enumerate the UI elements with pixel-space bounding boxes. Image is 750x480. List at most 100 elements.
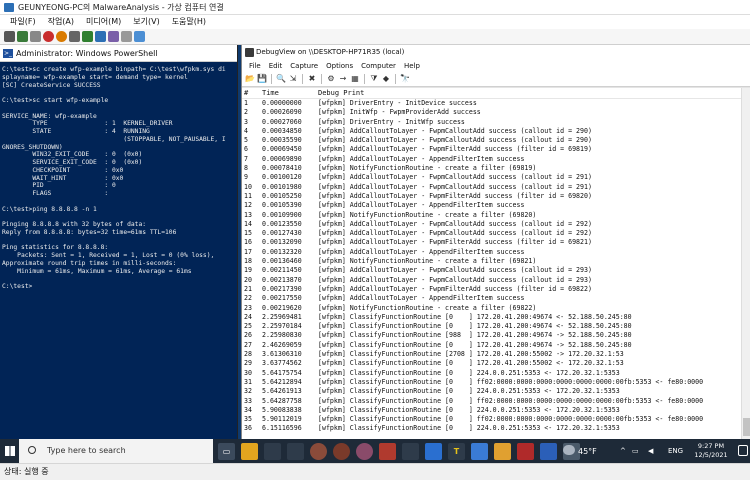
log-row[interactable]: 7 0.00069890 [wfpkm] AddCalloutToLayer - A…	[242, 155, 750, 164]
start-vm-icon[interactable]	[17, 31, 28, 42]
log-row[interactable]: 22 0.00217550 [wfpkm] AddCalloutToLayer - …	[242, 294, 750, 303]
log-row[interactable]: 13 0.00109900 [wfpkm] NotifyFunctionRoutin…	[242, 211, 750, 220]
log-row[interactable]: 29 3.63774562 [wfpkm] ClassifyFunctionRout…	[242, 359, 750, 368]
log-row[interactable]: 32 5.64261913 [wfpkm] ClassifyFunctionRout…	[242, 387, 750, 396]
app-icon-a[interactable]	[264, 442, 281, 460]
debugview-vertical-scrollbar[interactable]	[741, 88, 750, 439]
app-icon-b[interactable]	[287, 442, 304, 460]
app-icon-g[interactable]	[402, 442, 419, 460]
pause-icon[interactable]	[69, 31, 80, 42]
log-row[interactable]: 21 0.00217390 [wfpkm] AddCalloutToLayer - …	[242, 285, 750, 294]
log-row[interactable]: 17 0.00132320 [wfpkm] AddCalloutToLayer - …	[242, 248, 750, 257]
log-row[interactable]: 28 3.61306310 [wfpkm] ClassifyFunctionRout…	[242, 350, 750, 359]
log-row[interactable]: 10 0.00101980 [wfpkm] AddCalloutToLayer - …	[242, 183, 750, 192]
app-icon-d[interactable]	[333, 442, 350, 460]
log-row[interactable]: 33 5.64287758 [wfpkm] ClassifyFunctionRout…	[242, 397, 750, 406]
find-icon[interactable]: 🔭	[400, 74, 410, 84]
log-row[interactable]: 26 2.25980830 [wfpkm] ClassifyFunctionRout…	[242, 331, 750, 340]
weather-temperature[interactable]: 45°F	[578, 447, 597, 456]
log-row[interactable]: 24 2.25969481 [wfpkm] ClassifyFunctionRout…	[242, 313, 750, 322]
resume-icon[interactable]	[82, 31, 93, 42]
checkpoint-icon[interactable]	[108, 31, 119, 42]
capture-icon[interactable]: 🔍	[276, 74, 286, 84]
dv-menu-capture[interactable]: Capture	[286, 60, 322, 72]
start-button[interactable]	[0, 439, 19, 463]
capture-kernel-icon[interactable]: ⚙	[326, 74, 336, 84]
save-state-icon[interactable]	[56, 31, 67, 42]
log-row[interactable]: 2 0.00026090 [wfpkm] InitWfp - FwpmProvide…	[242, 108, 750, 117]
input-language[interactable]: ENG	[668, 447, 683, 455]
log-row[interactable]: 9 0.00100120 [wfpkm] AddCalloutToLayer - F…	[242, 173, 750, 182]
log-row[interactable]: 11 0.00105250 [wfpkm] AddCalloutToLayer - …	[242, 192, 750, 201]
scrollbar-thumb[interactable]	[743, 418, 750, 436]
vscode-icon[interactable]	[425, 442, 442, 460]
dv-menu-edit[interactable]: Edit	[265, 60, 287, 72]
log-row[interactable]: 25 2.25970184 [wfpkm] ClassifyFunctionRout…	[242, 322, 750, 331]
taskbar-clock[interactable]: 9:27 PM 12/5/2021	[690, 442, 732, 460]
host-menu-file[interactable]: 파일(F)	[4, 15, 42, 29]
revert-icon[interactable]	[121, 31, 132, 42]
log-row[interactable]: 36 6.15116596 [wfpkm] ClassifyFunctionRout…	[242, 424, 750, 433]
dv-menu-computer[interactable]: Computer	[357, 60, 400, 72]
open-icon[interactable]: 📂	[245, 74, 255, 84]
log-row[interactable]: 12 0.00105390 [wfpkm] AddCalloutToLayer - …	[242, 201, 750, 210]
filter-icon[interactable]: ⧩	[369, 74, 379, 84]
log-row[interactable]: 23 0.00219620 [wfpkm] NotifyFunctionRoutin…	[242, 304, 750, 313]
shutdown-icon[interactable]	[43, 31, 54, 42]
app-icon-e[interactable]	[356, 442, 373, 460]
column-header-number[interactable]: #	[242, 88, 262, 98]
host-menu-action[interactable]: 작업(A)	[42, 15, 80, 29]
app-icon-i[interactable]	[494, 442, 511, 460]
log-row[interactable]: 1 0.00000000 [wfpkm] DriverEntry - InitDev…	[242, 99, 750, 108]
highlight-icon[interactable]: ◆	[381, 74, 391, 84]
task-view-icon[interactable]: ▭	[218, 442, 235, 460]
enhanced-session-icon[interactable]	[134, 31, 145, 42]
log-row[interactable]: 3 0.00027060 [wfpkm] DriverEntry - InitWfp…	[242, 118, 750, 127]
app-icon-f[interactable]	[379, 442, 396, 460]
debugview-log-grid[interactable]: # Time Debug Print 1 0.00000000 [wfpkm] Dr…	[242, 87, 750, 439]
log-row[interactable]: 15 0.00127430 [wfpkm] AddCalloutToLayer - …	[242, 229, 750, 238]
tray-chevron-icon[interactable]: ^	[620, 447, 626, 455]
log-row[interactable]: 14 0.00123550 [wfpkm] AddCalloutToLayer - …	[242, 220, 750, 229]
ctrl-alt-del-icon[interactable]	[4, 31, 15, 42]
taskbar-search-box[interactable]: Type here to search	[19, 439, 213, 463]
log-row[interactable]: 19 0.00211450 [wfpkm] AddCalloutToLayer - …	[242, 266, 750, 275]
log-row[interactable]: 5 0.00035590 [wfpkm] AddCalloutToLayer - F…	[242, 136, 750, 145]
reset-icon[interactable]	[95, 31, 106, 42]
log-row[interactable]: 35 5.90112019 [wfpkm] ClassifyFunctionRout…	[242, 415, 750, 424]
save-icon[interactable]: 💾	[257, 74, 267, 84]
host-menu-help[interactable]: 도움말(H)	[166, 15, 212, 29]
weather-icon[interactable]	[563, 445, 575, 455]
log-row[interactable]: 31 5.64212894 [wfpkm] ClassifyFunctionRout…	[242, 378, 750, 387]
log-row[interactable]: 8 0.00078410 [wfpkm] NotifyFunctionRoutine…	[242, 164, 750, 173]
log-row[interactable]: 30 5.64175754 [wfpkm] ClassifyFunctionRout…	[242, 369, 750, 378]
app-icon-h[interactable]	[471, 442, 488, 460]
volume-icon[interactable]: ◀	[648, 447, 653, 455]
debugview-window[interactable]: DebugView on \\DESKTOP-HP71R35 (local) F…	[241, 45, 750, 439]
log-row[interactable]: 16 0.00132090 [wfpkm] AddCalloutToLayer - …	[242, 238, 750, 247]
powershell-console[interactable]: C:\test>sc create wfp-example binpath= C…	[0, 62, 237, 439]
clear-icon[interactable]: ✖	[307, 74, 317, 84]
host-menu-view[interactable]: 보기(V)	[127, 15, 165, 29]
autoscroll-icon[interactable]: ⇲	[288, 74, 298, 84]
powershell-title-bar[interactable]: >_ Administrator: Windows PowerShell	[0, 45, 237, 62]
powershell-taskbar-icon[interactable]	[540, 442, 557, 460]
app-icon-c[interactable]	[310, 442, 327, 460]
app-icon-j[interactable]	[517, 442, 534, 460]
log-row[interactable]: 18 0.00136460 [wfpkm] NotifyFunctionRoutin…	[242, 257, 750, 266]
capture-events-icon[interactable]: ▦	[350, 74, 360, 84]
column-header-time[interactable]: Time	[262, 88, 318, 98]
dv-menu-options[interactable]: Options	[322, 60, 357, 72]
debugview-title-bar[interactable]: DebugView on \\DESKTOP-HP71R35 (local)	[242, 45, 750, 60]
app-icon-t[interactable]: T	[448, 442, 465, 460]
dv-menu-help[interactable]: Help	[400, 60, 424, 72]
dv-menu-file[interactable]: File	[245, 60, 265, 72]
turn-off-icon[interactable]	[30, 31, 41, 42]
host-menu-media[interactable]: 미디어(M)	[80, 15, 127, 29]
network-icon[interactable]: ▭	[632, 447, 639, 455]
log-row[interactable]: 20 0.00213870 [wfpkm] AddCalloutToLayer - …	[242, 276, 750, 285]
powershell-window[interactable]: >_ Administrator: Windows PowerShell C:\…	[0, 45, 238, 439]
log-row[interactable]: 4 0.00034850 [wfpkm] AddCalloutToLayer - F…	[242, 127, 750, 136]
notification-icon[interactable]	[738, 445, 748, 456]
pass-through-icon[interactable]: →	[338, 74, 348, 84]
